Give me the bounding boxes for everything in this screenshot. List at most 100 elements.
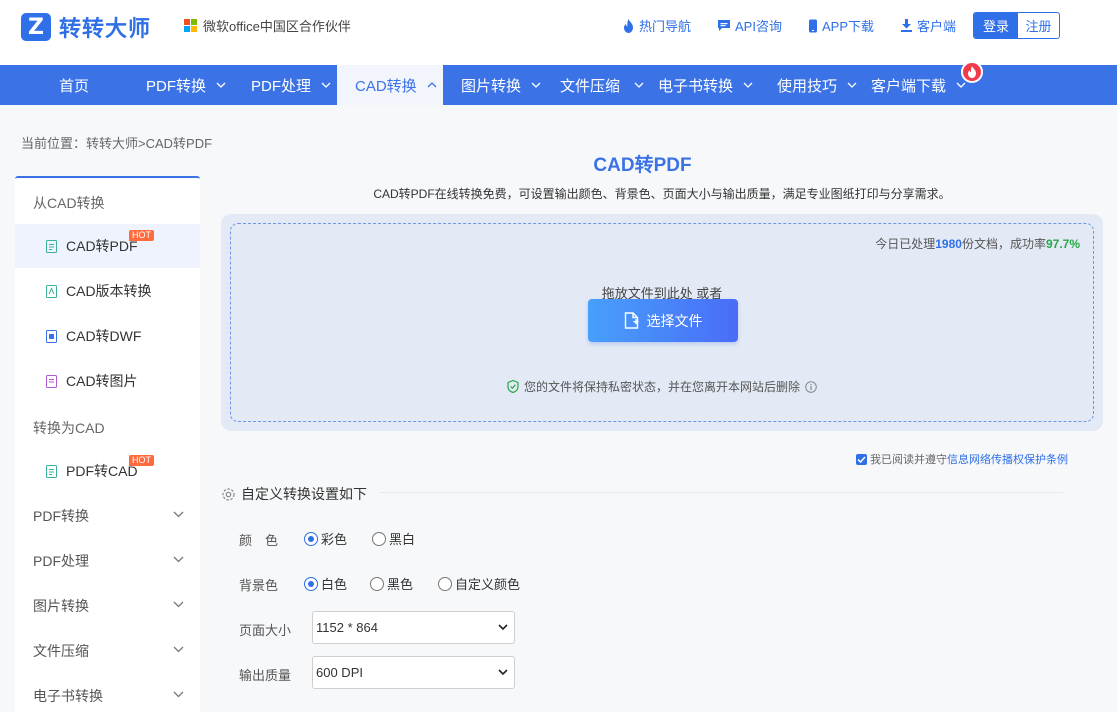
radio-bg-white[interactable]: 白色 [304,574,347,593]
sidebar-collapse-ebook-convert[interactable]: 电子书转换 [15,674,200,712]
sidebar-item-cad-to-dwf[interactable]: CAD转DWF [15,314,200,358]
pdf-file-icon [46,239,57,253]
sidebar-item-label: CAD版本转换 [66,283,152,299]
chevron-down-icon [173,601,184,608]
nav-ebook-convert[interactable]: 电子书转换 [658,65,753,105]
sidebar-collapse-pdf-convert[interactable]: PDF转换 [15,494,200,538]
chevron-down-icon [173,556,184,563]
radio-bg-custom[interactable]: 自定义颜色 [438,574,520,593]
radio-label: 彩色 [321,532,348,547]
nav-label: 图片转换 [461,77,522,95]
stats-count: 1980 [935,237,962,251]
sidebar-collapse-label: PDF处理 [33,553,89,569]
radio-dot [304,531,318,546]
chevron-down-icon [847,82,857,88]
stats-mid: 份文档，成功率 [961,237,1046,251]
top-links: 热门导航 API咨询 APP下载 客户端 [622,16,982,35]
chat-icon [718,20,731,31]
sidebar-collapse-image-convert[interactable]: 图片转换 [15,584,200,628]
drop-zone[interactable]: 今日已处理1980份文档，成功率97.7% 拖放文件到此处 或者 选择文件 您的… [230,223,1094,422]
choose-file-button[interactable]: 选择文件 [588,299,738,342]
top-link-label: API咨询 [735,19,782,34]
chevron-down-icon [498,624,508,631]
download-icon [901,19,912,32]
sidebar-item-cad-version[interactable]: CAD版本转换 [15,269,200,313]
logo-text: 转转大师 [59,16,152,41]
top-link-api[interactable]: API咨询 [717,16,782,35]
chevron-up-icon [427,82,437,88]
file-add-icon [624,312,638,329]
radio-label: 黑白 [389,532,416,547]
settings-title: 自定义转换设置如下 [241,486,367,502]
info-icon[interactable] [805,380,817,393]
nav-tips[interactable]: 使用技巧 [777,65,857,105]
chevron-down-icon [173,691,184,698]
cad-file-icon [46,284,57,298]
sidebar-collapse-file-compress[interactable]: 文件压缩 [15,629,200,673]
radio-color-full[interactable]: 彩色 [304,529,347,548]
sidebar-item-label: CAD转DWF [66,328,142,344]
nav-pdf-process[interactable]: PDF处理 [251,65,331,105]
sidebar-collapse-label: 电子书转换 [33,688,103,704]
hot-badge: HOT [129,455,154,466]
stats-rate: 97.7% [1045,237,1080,251]
partner-text: 微软office中国区合作伙伴 [203,19,351,34]
nav-label: PDF处理 [251,77,312,95]
page-size-value: 1152 * 864 [316,620,378,635]
nav-label: 文件压缩 [560,77,621,95]
sidebar-item-label: CAD转图片 [66,373,138,389]
sidebar-item-cad-to-image[interactable]: CAD转图片 [15,359,200,403]
sidebar: 从CAD转换 CAD转PDF HOT CAD版本转换 CAD转DWF CAD转图… [15,176,200,712]
quality-select[interactable]: 600 DPI [312,656,515,689]
bg-label: 背景色 [239,578,279,593]
page-size-select[interactable]: 1152 * 864 [312,611,515,644]
chevron-down-icon [321,82,331,88]
radio-label: 白色 [321,577,348,592]
nav-cad-convert[interactable]: CAD转换 [337,65,443,105]
nav-pdf-convert[interactable]: PDF转换 [146,65,226,105]
quality-label: 输出质量 [239,668,292,683]
nav-image-convert[interactable]: 图片转换 [461,65,541,105]
top-link-app[interactable]: APP下载 [808,16,874,35]
checkbox-checked-icon[interactable] [856,453,867,465]
radio-dot [304,576,318,591]
sidebar-group-to-cad: 转换为CAD [33,420,105,436]
fire-icon [624,18,633,33]
sidebar-item-cad-to-pdf[interactable]: CAD转PDF HOT [15,224,200,268]
microsoft-logo-icon [184,18,198,33]
shield-check-icon [507,380,519,393]
top-link-label: APP下载 [821,19,874,34]
privacy-text: 您的文件将保持私密状态，并在您离开本网站后删除 [523,380,800,394]
chevron-down-icon [743,82,753,88]
nav-client-download[interactable]: 客户端下载 [871,65,966,105]
dwf-file-icon [46,329,57,343]
radio-bg-black[interactable]: 黑色 [370,574,413,593]
sidebar-item-label: PDF转CAD [66,463,138,479]
nav-file-compress[interactable]: 文件压缩 [560,65,644,105]
register-button[interactable]: 注册 [1018,13,1059,38]
settings-divider [380,492,1063,493]
radio-dot [438,576,452,591]
logo-mark-icon: Z [21,13,51,41]
nav-home[interactable]: 首页 [59,65,89,105]
agreement-link[interactable]: 信息网络传播权保护条例 [947,451,1068,467]
sidebar-item-label: CAD转PDF [66,238,138,254]
quality-value: 600 DPI [316,665,363,680]
login-button[interactable]: 登录 [974,13,1018,38]
nav-label: 首页 [59,77,90,95]
page-description: CAD转PDF在线转换免费，可设置输出颜色、背景色、页面大小与输出质量，满足专业… [373,187,951,201]
radio-label: 自定义颜色 [455,577,521,592]
sidebar-item-pdf-to-cad[interactable]: PDF转CAD HOT [15,449,200,493]
agreement-checkbox[interactable]: 我已阅读并遵守 信息网络传播权保护条例 [856,451,1068,467]
gear-icon [222,487,235,501]
sidebar-collapse-label: PDF转换 [33,508,89,524]
nav-label: 使用技巧 [777,77,838,95]
stats-prefix: 今日已处理 [875,237,936,251]
sidebar-collapse-pdf-process[interactable]: PDF处理 [15,539,200,583]
radio-color-bw[interactable]: 黑白 [372,529,415,548]
top-link-client[interactable]: 客户端 [900,16,956,35]
site-logo[interactable]: Z 转转大师 [21,11,151,43]
page-title: CAD转PDF [593,155,692,176]
main-nav: 首页 PDF转换 PDF处理 CAD转换 图片转换 文件压缩 电子书转换 使用技… [0,65,1117,105]
top-link-hot-nav[interactable]: 热门导航 [622,16,691,35]
